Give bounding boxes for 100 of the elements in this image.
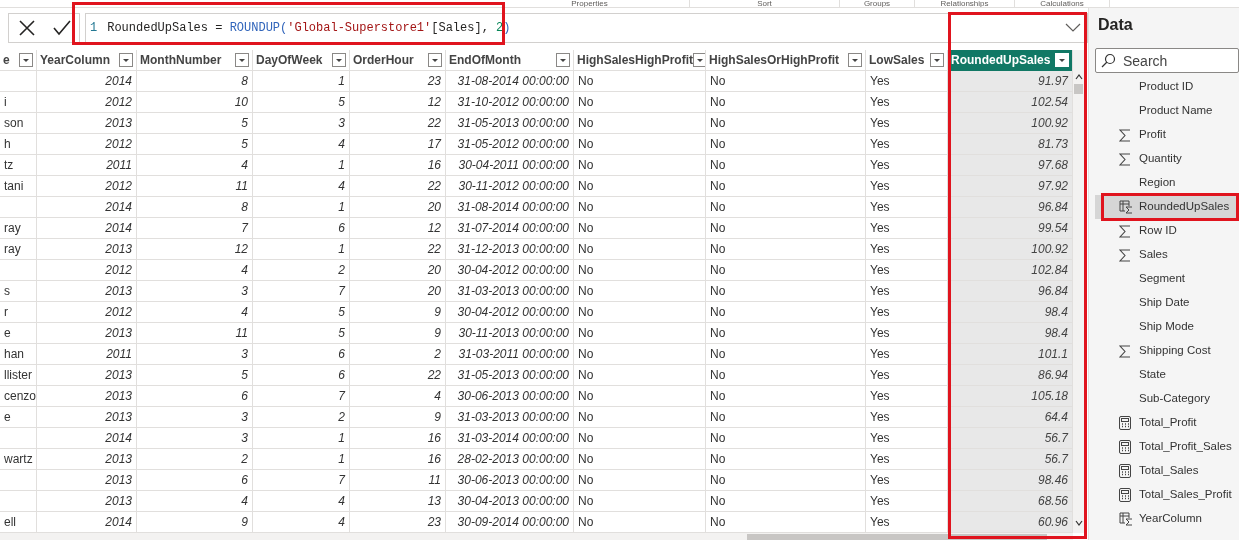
field-list-item[interactable]: Total_Sales_Profit xyxy=(1095,483,1239,507)
search-field[interactable]: Search xyxy=(1095,48,1239,73)
field-list-item[interactable]: Ship Mode xyxy=(1095,315,1239,339)
calculator-icon xyxy=(1119,440,1131,454)
column-header[interactable]: LowSales xyxy=(866,49,948,71)
filter-dropdown-icon[interactable] xyxy=(235,52,249,67)
table-cell: No xyxy=(574,301,706,323)
field-list-item[interactable]: Quantity xyxy=(1095,147,1239,171)
table-cell: No xyxy=(574,280,706,302)
column-header[interactable]: DayOfWeek xyxy=(253,49,350,71)
field-list-item[interactable]: Total_Profit xyxy=(1095,411,1239,435)
table-cell: 22 xyxy=(350,175,446,197)
calculator-icon xyxy=(1119,488,1131,502)
table-cell: 5 xyxy=(253,322,350,344)
filter-dropdown-icon[interactable] xyxy=(848,52,862,67)
table-cell: 16 xyxy=(350,448,446,470)
table-cell: 22 xyxy=(350,112,446,134)
table-cell: s xyxy=(0,280,37,302)
table-cell: 28-02-2013 00:00:00 xyxy=(446,448,574,470)
table-cell: 5 xyxy=(137,133,253,155)
table-cell: 12 xyxy=(350,217,446,239)
table-cell: 3 xyxy=(253,112,350,134)
field-list-item[interactable]: RoundedUpSales xyxy=(1095,195,1239,219)
table-cell: Yes xyxy=(866,112,948,134)
table-cell: 2014 xyxy=(37,196,137,218)
field-list-item[interactable]: Sub-Category xyxy=(1095,387,1239,411)
table-cell: 30-04-2011 00:00:00 xyxy=(446,154,574,176)
close-icon[interactable] xyxy=(17,18,36,37)
table-cell: 30-04-2012 00:00:00 xyxy=(446,301,574,323)
table-cell: 2012 xyxy=(37,91,137,113)
field-list-item[interactable]: Sales xyxy=(1095,243,1239,267)
table-cell: No xyxy=(706,469,866,491)
column-header[interactable]: RoundedUpSales xyxy=(948,49,1073,71)
table-cell: 3 xyxy=(137,427,253,449)
field-list-item[interactable]: Product Name xyxy=(1095,99,1239,123)
horizontal-scrollbar[interactable] xyxy=(0,532,1073,540)
column-header[interactable]: MonthNumber xyxy=(137,49,253,71)
table-cell: e xyxy=(0,406,37,428)
filter-dropdown-icon[interactable] xyxy=(19,52,33,67)
table-cell: 31-10-2012 00:00:00 xyxy=(446,91,574,113)
column-header[interactable]: EndOfMonth xyxy=(446,49,574,71)
table-cell: 3 xyxy=(137,406,253,428)
table-cell: 2014 xyxy=(37,217,137,239)
table-cell: 3 xyxy=(137,280,253,302)
table-cell: 31-03-2011 00:00:00 xyxy=(446,343,574,365)
field-list-item[interactable]: Product ID xyxy=(1095,75,1239,99)
field-list-item[interactable]: Total_Profit_Sales xyxy=(1095,435,1239,459)
filter-dropdown-icon[interactable] xyxy=(428,52,442,67)
field-list-item[interactable]: Segment xyxy=(1095,267,1239,291)
field-list-item[interactable]: Shipping Cost xyxy=(1095,339,1239,363)
table-cell: 1 xyxy=(253,70,350,92)
sigma-icon xyxy=(1119,248,1131,262)
scroll-thumb[interactable] xyxy=(747,533,1047,540)
table-cell: Yes xyxy=(866,427,948,449)
table-cell: No xyxy=(706,511,866,533)
column-header[interactable]: YearColumn xyxy=(37,49,137,71)
filter-dropdown-icon[interactable] xyxy=(693,52,705,67)
table-cell: No xyxy=(706,217,866,239)
sigma-icon xyxy=(1119,128,1131,142)
table-cell: 2013 xyxy=(37,448,137,470)
table-cell: Yes xyxy=(866,238,948,260)
filter-dropdown-icon[interactable] xyxy=(556,52,570,67)
column-header[interactable]: e xyxy=(0,49,37,71)
table-cell: 31-05-2012 00:00:00 xyxy=(446,133,574,155)
chevron-down-icon[interactable] xyxy=(1065,22,1081,33)
table-cell: 6 xyxy=(137,469,253,491)
table-cell: No xyxy=(706,70,866,92)
table-cell: 2012 xyxy=(37,133,137,155)
filter-dropdown-icon[interactable] xyxy=(332,52,346,67)
field-list-item[interactable]: Row ID xyxy=(1095,219,1239,243)
column-header[interactable]: OrderHour xyxy=(350,49,446,71)
table-cell: 31-03-2013 00:00:00 xyxy=(446,280,574,302)
field-list-item[interactable]: YearColumn xyxy=(1095,507,1239,531)
field-list-item[interactable]: Ship Date xyxy=(1095,291,1239,315)
column-header[interactable]: HighSalesHighProfit xyxy=(574,49,706,71)
formula-text: RoundedUpSales = ROUNDUP('Global-Superstore1'[Sales], 2) xyxy=(107,19,511,37)
field-list-item[interactable]: Region xyxy=(1095,171,1239,195)
filter-dropdown-icon[interactable] xyxy=(119,52,133,67)
table-cell: 2013 xyxy=(37,406,137,428)
checkmark-icon[interactable] xyxy=(52,19,71,36)
table-cell: 4 xyxy=(253,511,350,533)
table-cell: No xyxy=(706,448,866,470)
field-list-item[interactable]: Profit xyxy=(1095,123,1239,147)
table-cell: 9 xyxy=(350,406,446,428)
table-cell xyxy=(0,196,37,218)
caret-down-icon[interactable] xyxy=(1075,519,1083,526)
sigma-icon xyxy=(1119,152,1131,166)
table-cell: No xyxy=(574,91,706,113)
field-list-item[interactable]: Total_Sales xyxy=(1095,459,1239,483)
sigma-icon xyxy=(1119,224,1131,238)
table-cell: 12 xyxy=(137,238,253,260)
field-list-item[interactable]: State xyxy=(1095,363,1239,387)
table-cell: 9 xyxy=(350,301,446,323)
table-cell: i xyxy=(0,91,37,113)
vertical-scrollbar[interactable] xyxy=(1073,49,1085,533)
filter-dropdown-icon[interactable] xyxy=(930,52,944,67)
scroll-thumb[interactable] xyxy=(1074,83,1083,94)
caret-up-icon[interactable] xyxy=(1075,73,1083,80)
table-cell: 23 xyxy=(350,511,446,533)
formula-field[interactable]: 1 RoundedUpSales = ROUNDUP('Global-Superstore1'[Sales], 2) xyxy=(85,12,1088,43)
